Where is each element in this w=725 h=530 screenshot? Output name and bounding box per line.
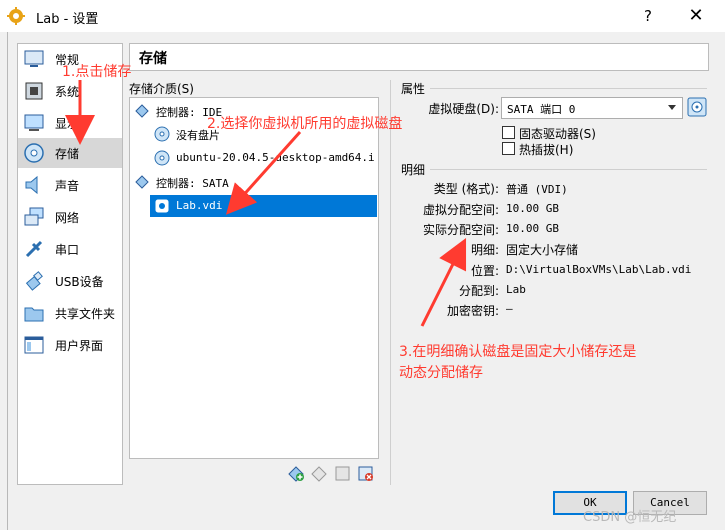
system-icon: [25, 82, 43, 100]
tree-item-label: Lab.vdi: [176, 199, 223, 212]
detail-encryption-label: 加密密钥:: [446, 304, 499, 318]
tree-item-lab-vdi[interactable]: Lab.vdi: [150, 195, 377, 217]
divider: [430, 88, 707, 89]
sidebar-item-audio[interactable]: 声音: [18, 170, 122, 200]
network-icon: [24, 207, 44, 226]
general-icon: [24, 50, 44, 67]
hard-disk-icon: [155, 199, 169, 213]
add-attachment-icon[interactable]: [334, 465, 351, 482]
sidebar-item-label: USB设备: [55, 275, 104, 289]
watermark: CSDN @恒无纪: [583, 510, 677, 525]
annotation-step3-line1: 3.在明细确认磁盘是固定大小储存还是: [399, 344, 637, 360]
sidebar-item-network[interactable]: 网络: [18, 202, 122, 232]
sidebar-item-label: 共享文件夹: [55, 307, 116, 321]
optical-disc-icon: [154, 150, 170, 166]
chevron-down-icon: [668, 105, 676, 110]
sidebar-item-label: 网络: [55, 211, 80, 225]
sidebar-item-display[interactable]: 显示: [18, 108, 122, 138]
remove-controller-icon[interactable]: [311, 465, 328, 482]
virtual-disk-select[interactable]: SATA 端口 0: [501, 97, 683, 119]
sata-controller-icon: [135, 175, 149, 189]
storage-icon: [24, 143, 44, 163]
help-button[interactable]: ?: [636, 4, 660, 28]
remove-attachment-icon[interactable]: [357, 465, 374, 482]
ssd-label: 固态驱动器(S): [519, 127, 596, 141]
ide-controller-icon: [135, 104, 149, 118]
tree-item-ubuntu-iso[interactable]: ubuntu-20.04.5-desktop-amd64.i...: [154, 147, 374, 169]
page-title: 存储: [139, 51, 167, 67]
panel-separator: [390, 80, 391, 485]
sidebar-item-shared-folders[interactable]: 共享文件夹: [18, 298, 122, 328]
detail-location-label: 位置:: [470, 264, 499, 278]
virtual-disk-value: SATA 端口 0: [507, 103, 576, 116]
detail-type-value: 普通 (VDI): [506, 183, 568, 196]
sidebar-item-label: 串口: [55, 243, 80, 257]
usb-icon: [25, 271, 43, 291]
display-icon: [24, 114, 44, 131]
detail-virtual-size-value: 10.00 GB: [506, 202, 559, 215]
detail-virtual-size-label: 虚拟分配空间:: [422, 203, 499, 217]
annotation-step3-line2: 动态分配储存: [399, 365, 483, 381]
ssd-checkbox[interactable]: [502, 126, 515, 139]
storage-tree[interactable]: 控制器: IDE 没有盘片 ubuntu-20.04.5-desktop-amd…: [129, 97, 379, 459]
detail-attached-to-value: Lab: [506, 283, 526, 296]
sidebar-item-label: 声音: [55, 179, 80, 193]
detail-location-value: D:\VirtualBoxVMs\Lab\Lab.vdi: [506, 263, 692, 276]
details-section-label: 明细: [401, 163, 426, 177]
detail-attached-to-label: 分配到:: [458, 284, 499, 298]
sidebar-item-label: 用户界面: [55, 339, 104, 353]
detail-encryption-value: —: [506, 302, 513, 315]
choose-disk-icon[interactable]: [687, 97, 707, 117]
detail-actual-size-label: 实际分配空间:: [422, 223, 499, 237]
tree-item-label: 控制器: SATA: [156, 177, 229, 190]
window-edge: [0, 32, 8, 530]
sidebar-item-user-interface[interactable]: 用户界面: [18, 330, 122, 360]
virtual-disk-label: 虚拟硬盘(D):: [428, 102, 499, 116]
detail-storage-type-value: 固定大小存储: [506, 243, 579, 257]
sidebar-item-label: 系统: [55, 85, 80, 99]
attributes-section-label: 属性: [401, 82, 426, 96]
storage-media-label: 存储介质(S): [129, 82, 194, 96]
close-button[interactable]: ✕: [684, 4, 708, 28]
hotplug-checkbox[interactable]: [502, 142, 515, 155]
virtualbox-gear-icon: [7, 7, 25, 25]
detail-type-label: 类型 (格式):: [433, 182, 499, 196]
detail-actual-size-value: 10.00 GB: [506, 222, 559, 235]
sidebar-item-label: 存储: [55, 147, 80, 161]
shared-folder-icon: [24, 307, 44, 322]
settings-sidebar: 常规 系统 显示 存储 声音 网络 串口 USB设备 共享文件夹 用户界面: [17, 43, 123, 485]
tree-item-label: ubuntu-20.04.5-desktop-amd64.i...: [176, 151, 374, 164]
annotation-step2: 2.选择你虚拟机所用的虚拟磁盘: [207, 116, 403, 132]
hotplug-label: 热插拔(H): [519, 143, 574, 157]
optical-disc-icon: [154, 126, 170, 142]
serial-port-icon: [25, 240, 43, 258]
page-header: 存储: [129, 43, 709, 71]
add-controller-icon[interactable]: [288, 465, 305, 482]
divider: [430, 169, 707, 170]
annotation-step1: 1.点击储存: [62, 64, 132, 80]
title-bar: Lab - 设置 ? ✕: [0, 0, 725, 32]
audio-icon: [25, 175, 38, 195]
tree-item-sata-controller[interactable]: 控制器: SATA: [134, 171, 374, 193]
storage-toolbar: [288, 465, 378, 483]
sidebar-item-serial-port[interactable]: 串口: [18, 234, 122, 264]
detail-storage-type-label: 明细:: [470, 243, 499, 257]
sidebar-item-label: 显示: [55, 117, 80, 131]
user-interface-icon: [24, 336, 44, 354]
window-title: Lab - 设置: [36, 12, 99, 27]
sidebar-item-storage[interactable]: 存储: [18, 138, 122, 168]
sidebar-item-usb[interactable]: USB设备: [18, 266, 122, 296]
